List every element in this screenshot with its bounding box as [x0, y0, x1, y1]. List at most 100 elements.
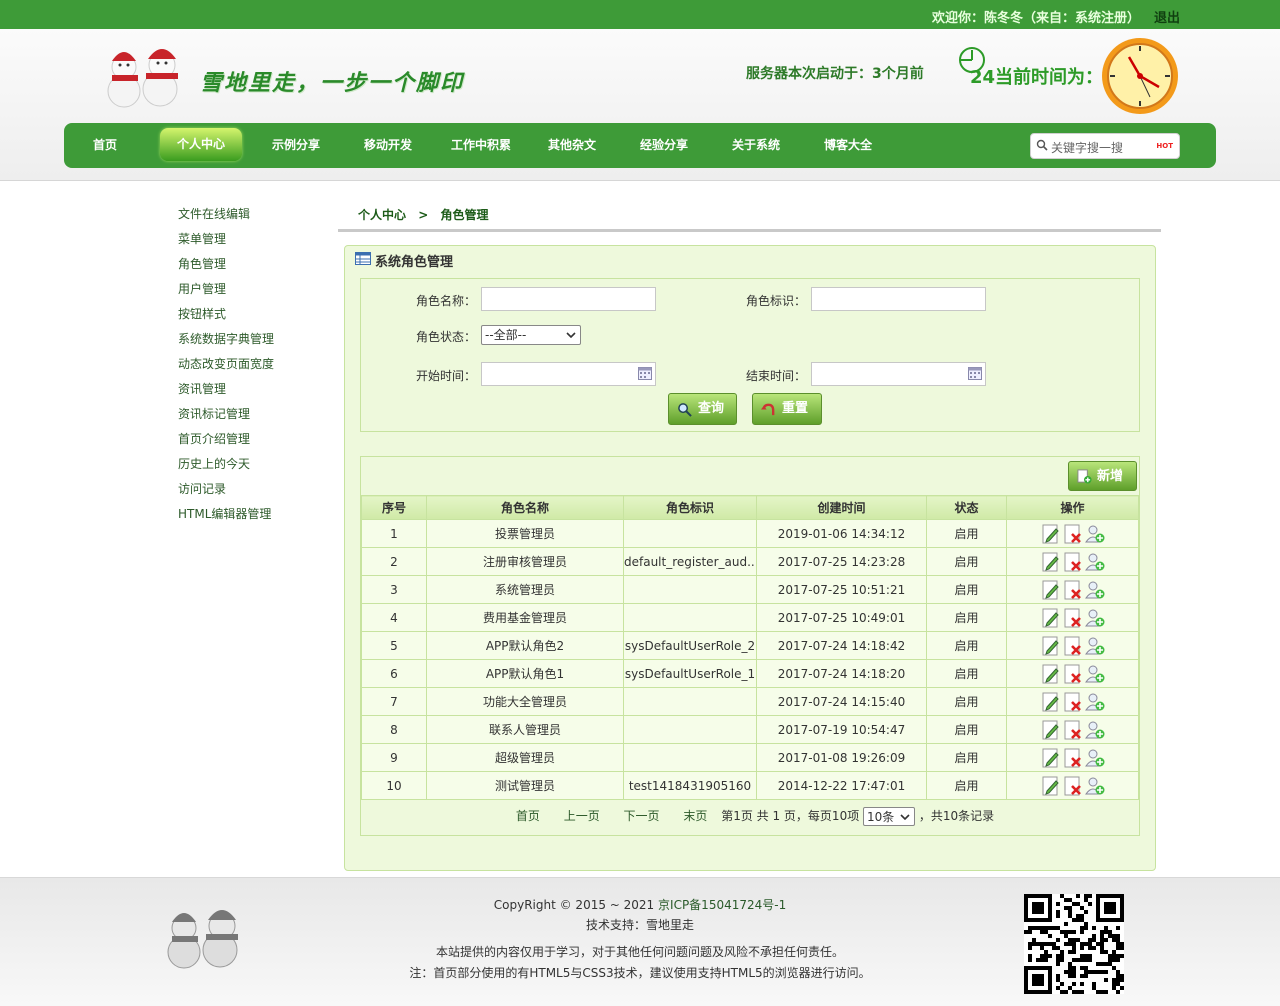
sidebar-item-menu[interactable]: 菜单管理: [178, 229, 274, 254]
delete-icon[interactable]: [1063, 720, 1083, 740]
column-header[interactable]: 角色名称: [426, 495, 624, 520]
search-input[interactable]: 关键字搜一搜 HOT: [1030, 133, 1180, 159]
column-header[interactable]: 创建时间: [756, 495, 927, 520]
reset-button[interactable]: 重置: [752, 393, 822, 425]
edit-icon[interactable]: [1041, 524, 1061, 544]
table-row[interactable]: 3 系统管理员 2017-07-25 10:51:21 启用: [361, 575, 1139, 604]
sidebar-item-access-log[interactable]: 访问记录: [178, 479, 274, 504]
delete-icon[interactable]: [1063, 664, 1083, 684]
sidebar-item-dictionary[interactable]: 系统数据字典管理: [178, 329, 274, 354]
assign-user-icon[interactable]: [1084, 776, 1105, 796]
row-role-name: 超级管理员: [426, 743, 624, 772]
sidebar-item-history[interactable]: 历史上的今天: [178, 454, 274, 479]
delete-icon[interactable]: [1063, 636, 1083, 656]
sidebar-item-html-editor[interactable]: HTML编辑器管理: [178, 504, 274, 529]
row-created-at: 2017-07-25 14:23:28: [756, 547, 927, 576]
table-row[interactable]: 7 功能大全管理员 2017-07-24 14:15:40 启用: [361, 687, 1139, 716]
status-select[interactable]: --全部--: [481, 325, 581, 345]
edit-icon[interactable]: [1041, 748, 1061, 768]
edit-icon[interactable]: [1041, 580, 1061, 600]
row-created-at: 2017-01-08 19:26:09: [756, 743, 927, 772]
nav-item-misc[interactable]: 其他杂文: [540, 123, 604, 168]
row-actions: [1006, 715, 1139, 744]
end-time-input[interactable]: [811, 362, 986, 386]
edit-icon[interactable]: [1041, 776, 1061, 796]
delete-icon[interactable]: [1063, 608, 1083, 628]
edit-icon[interactable]: [1041, 664, 1061, 684]
table-row[interactable]: 8 联系人管理员 2017-07-19 10:54:47 启用: [361, 715, 1139, 744]
icp-link[interactable]: 京ICP备15041724号-1: [658, 898, 786, 912]
delete-icon[interactable]: [1063, 776, 1083, 796]
sidebar-item-users[interactable]: 用户管理: [178, 279, 274, 304]
sidebar-item-file-edit[interactable]: 文件在线编辑: [178, 204, 274, 229]
delete-icon[interactable]: [1063, 552, 1083, 572]
sidebar-item-page-width[interactable]: 动态改变页面宽度: [178, 354, 274, 379]
assign-user-icon[interactable]: [1084, 636, 1105, 656]
sidebar-item-roles[interactable]: 角色管理: [178, 254, 274, 279]
top-bar: 欢迎你：陈冬冬（来自：系统注册） 退出: [0, 0, 1280, 29]
edit-icon[interactable]: [1041, 552, 1061, 572]
pager: 首页 上一页 下一页 末页 第1页 共 1 页，每页10项 10条 ，共10条记…: [361, 807, 1139, 826]
table-row[interactable]: 5 APP默认角色2 sysDefaultUserRole_2 2017-07-24 …: [361, 631, 1139, 660]
nav-item-about[interactable]: 关于系统: [724, 123, 788, 168]
edit-icon[interactable]: [1041, 608, 1061, 628]
edit-icon[interactable]: [1041, 636, 1061, 656]
assign-user-icon[interactable]: [1084, 720, 1105, 740]
nav-item-personal-center[interactable]: 个人中心: [160, 128, 242, 161]
column-header[interactable]: 状态: [926, 495, 1007, 520]
table-row[interactable]: 2 注册审核管理员 default_register_aud... 2017-07-2…: [361, 547, 1139, 576]
pager-prev[interactable]: 上一页: [564, 809, 600, 823]
nav-item-experience[interactable]: 经验分享: [632, 123, 696, 168]
assign-user-icon[interactable]: [1084, 524, 1105, 544]
edit-icon[interactable]: [1041, 692, 1061, 712]
nav-item-examples[interactable]: 示例分享: [264, 123, 328, 168]
delete-icon[interactable]: [1063, 692, 1083, 712]
page-size-select[interactable]: 10条: [863, 807, 916, 826]
assign-user-icon[interactable]: [1084, 552, 1105, 572]
assign-user-icon[interactable]: [1084, 608, 1105, 628]
delete-icon[interactable]: [1063, 580, 1083, 600]
add-button[interactable]: 新增: [1068, 461, 1137, 491]
column-header[interactable]: 序号: [361, 495, 427, 520]
logout-link[interactable]: 退出: [1154, 7, 1180, 26]
nav-item-home[interactable]: 首页: [80, 123, 130, 168]
pager-next[interactable]: 下一页: [624, 809, 660, 823]
nav-item-blogs[interactable]: 博客大全: [816, 123, 880, 168]
role-name-input[interactable]: [481, 287, 656, 311]
table-row[interactable]: 10 测试管理员 test1418431905160 2014-12-22 17:47…: [361, 771, 1139, 800]
status-label: 角色状态：: [416, 330, 477, 344]
query-button[interactable]: 查询: [668, 393, 737, 425]
assign-user-icon[interactable]: [1084, 580, 1105, 600]
role-code-input[interactable]: [811, 287, 986, 311]
sidebar-item-buttons[interactable]: 按钮样式: [178, 304, 274, 329]
column-header[interactable]: 角色标识: [623, 495, 757, 520]
search-icon: [1036, 139, 1048, 151]
nav-item-work[interactable]: 工作中积累: [444, 123, 518, 168]
pager-first[interactable]: 首页: [516, 809, 540, 823]
hot-icon: HOT: [1156, 142, 1173, 150]
row-index: 3: [361, 575, 427, 604]
sidebar-item-home-intro[interactable]: 首页介绍管理: [178, 429, 274, 454]
assign-user-icon[interactable]: [1084, 692, 1105, 712]
pager-last[interactable]: 末页: [683, 809, 707, 823]
sidebar-item-news-tags[interactable]: 资讯标记管理: [178, 404, 274, 429]
add-button-label: 新增: [1097, 469, 1124, 484]
row-created-at: 2017-07-19 10:54:47: [756, 715, 927, 744]
assign-user-icon[interactable]: [1084, 748, 1105, 768]
calendar-icon[interactable]: [638, 367, 652, 380]
nav-item-mobile[interactable]: 移动开发: [356, 123, 420, 168]
delete-icon[interactable]: [1063, 524, 1083, 544]
row-created-at: 2017-07-24 14:15:40: [756, 687, 927, 716]
breadcrumb-home[interactable]: 个人中心: [358, 208, 406, 222]
row-role-name: 测试管理员: [426, 771, 624, 800]
delete-icon[interactable]: [1063, 748, 1083, 768]
table-row[interactable]: 4 费用基金管理员 2017-07-25 10:49:01 启用: [361, 603, 1139, 632]
start-time-input[interactable]: [481, 362, 656, 386]
assign-user-icon[interactable]: [1084, 664, 1105, 684]
sidebar-item-news[interactable]: 资讯管理: [178, 379, 274, 404]
table-row[interactable]: 1 投票管理员 2019-01-06 14:34:12 启用: [361, 519, 1139, 548]
table-row[interactable]: 9 超级管理员 2017-01-08 19:26:09 启用: [361, 743, 1139, 772]
calendar-icon[interactable]: [968, 367, 982, 380]
table-row[interactable]: 6 APP默认角色1 sysDefaultUserRole_1 2017-07-24 …: [361, 659, 1139, 688]
edit-icon[interactable]: [1041, 720, 1061, 740]
